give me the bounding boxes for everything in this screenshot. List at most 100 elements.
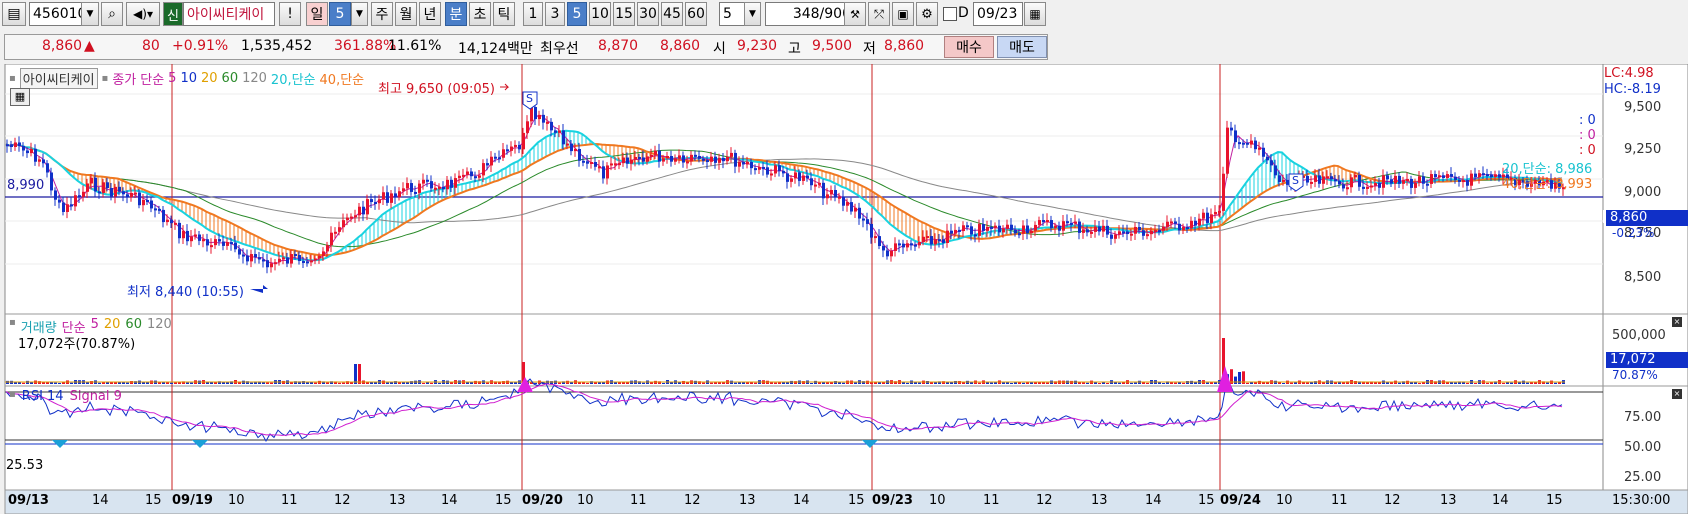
candle-body [1126, 231, 1129, 235]
chevron-down-icon[interactable]: ▼ [81, 2, 99, 26]
volume-bar [930, 382, 933, 384]
candle-body [42, 159, 45, 164]
candle-body [286, 257, 289, 264]
candle-body [878, 236, 881, 247]
candle-body [590, 162, 593, 165]
candle-body [1122, 231, 1125, 234]
candle-body [1142, 230, 1145, 236]
candle-body [1062, 221, 1065, 231]
candle-body [230, 242, 233, 245]
candle-body [642, 157, 645, 162]
candle-body [1166, 221, 1169, 227]
candle-body [1098, 226, 1101, 232]
volume-bar [582, 382, 585, 384]
interval-button-1[interactable]: 1 [523, 2, 543, 26]
interval-button-60[interactable]: 60 [685, 2, 707, 26]
bar-count-field[interactable]: 348/900 [765, 2, 855, 26]
search-icon[interactable]: ⌕ [101, 2, 123, 26]
speaker-icon[interactable]: ◀)▾ [126, 2, 160, 26]
candle-body [146, 199, 149, 202]
period-day-button[interactable]: 일 [306, 2, 328, 26]
candle-body [694, 154, 697, 157]
volume-bar [1474, 382, 1477, 384]
candle-body [1418, 176, 1421, 183]
volume-bar [266, 382, 269, 384]
layout-icon[interactable]: ▤ [2, 2, 26, 26]
period-minute-button[interactable]: 분 [445, 2, 467, 26]
rsi-y-tick: 50.00 [1624, 440, 1662, 455]
volume-bar [426, 382, 429, 384]
intraday-chart[interactable]: SS [0, 64, 1688, 514]
trend-tool-icon[interactable]: ⤱ [868, 2, 890, 26]
zero-marker: : 0 [1579, 113, 1596, 128]
candle-body [654, 150, 657, 155]
save-icon[interactable]: ▣ [892, 2, 914, 26]
volume-bar [1446, 382, 1449, 384]
period-second-button[interactable]: 초 [469, 2, 491, 26]
period-month-button[interactable]: 월 [395, 2, 417, 26]
candle-body [802, 175, 805, 181]
grid-toggle-icon[interactable]: ▦ [10, 88, 30, 106]
period-tick-button[interactable]: 틱 [493, 2, 515, 26]
sell-button[interactable]: 매도 [997, 36, 1047, 58]
interval-button-10[interactable]: 10 [589, 2, 611, 26]
candle-body [1394, 175, 1397, 184]
interval-button-15[interactable]: 15 [613, 2, 635, 26]
date-checkbox[interactable] [943, 7, 957, 21]
candle-body [766, 167, 769, 175]
candle-body [1198, 218, 1201, 226]
period-year-button[interactable]: 년 [419, 2, 441, 26]
candle-body [910, 243, 913, 246]
close-icon[interactable]: × [1672, 389, 1682, 399]
interval-button-45[interactable]: 45 [661, 2, 683, 26]
exclaim-button[interactable]: ! [279, 2, 301, 26]
buy-button[interactable]: 매수 [944, 36, 994, 58]
rsi-y-tick: 75.00 [1624, 410, 1662, 425]
volume-bar [1174, 382, 1177, 384]
candle-body [442, 186, 445, 190]
period-num-select[interactable]: 5 [329, 2, 351, 26]
period-week-button[interactable]: 주 [371, 2, 393, 26]
volume-bar [1206, 382, 1209, 384]
legend-stock-name[interactable]: 아이씨티케이 [19, 68, 98, 89]
interval-button-5[interactable]: 5 [567, 2, 587, 26]
candle-body [282, 257, 285, 260]
candle-body [1342, 184, 1345, 189]
calendar-icon[interactable]: ▦ [1024, 2, 1046, 26]
chevron-down-icon[interactable]: ▼ [351, 2, 368, 26]
volume-bar [90, 381, 93, 384]
candle-body [874, 236, 877, 239]
interval-button-3[interactable]: 3 [545, 2, 565, 26]
volume-bar [126, 382, 129, 384]
candle-body [1014, 229, 1017, 234]
candle-body [1186, 227, 1189, 230]
interval-button-30[interactable]: 30 [637, 2, 659, 26]
date-input[interactable]: 09/23 [973, 2, 1023, 26]
quote-low: 8,860 [884, 38, 925, 54]
stock-name-field[interactable]: 아이씨티케이 [183, 2, 275, 26]
candle-body [418, 183, 421, 193]
rsi-left-value: 25.53 [6, 458, 44, 473]
candle-body [362, 206, 365, 215]
candle-body [966, 225, 969, 228]
volume-bar [1310, 382, 1313, 384]
volume-bar [1046, 382, 1049, 384]
candle-body [718, 157, 721, 163]
candle-body [566, 143, 569, 146]
candle-body [770, 173, 773, 176]
candle-body [1174, 221, 1177, 224]
candle-body [1030, 230, 1033, 234]
candle-body [1026, 225, 1029, 234]
y-tick: 8,500 [1624, 270, 1662, 285]
candle-body [166, 219, 169, 223]
candle-body [738, 161, 741, 167]
close-icon[interactable]: × [1672, 317, 1682, 327]
gear-icon[interactable]: ⚙ [916, 2, 938, 26]
candle-body [110, 188, 113, 197]
chevron-down-icon[interactable]: ▼ [744, 2, 761, 26]
candle-body [1350, 177, 1353, 188]
indicator-icon[interactable]: ⚒ [844, 2, 866, 26]
candle-body [794, 172, 797, 179]
rsi-signal: Signal 9 [69, 389, 122, 404]
candle-body [906, 243, 909, 248]
